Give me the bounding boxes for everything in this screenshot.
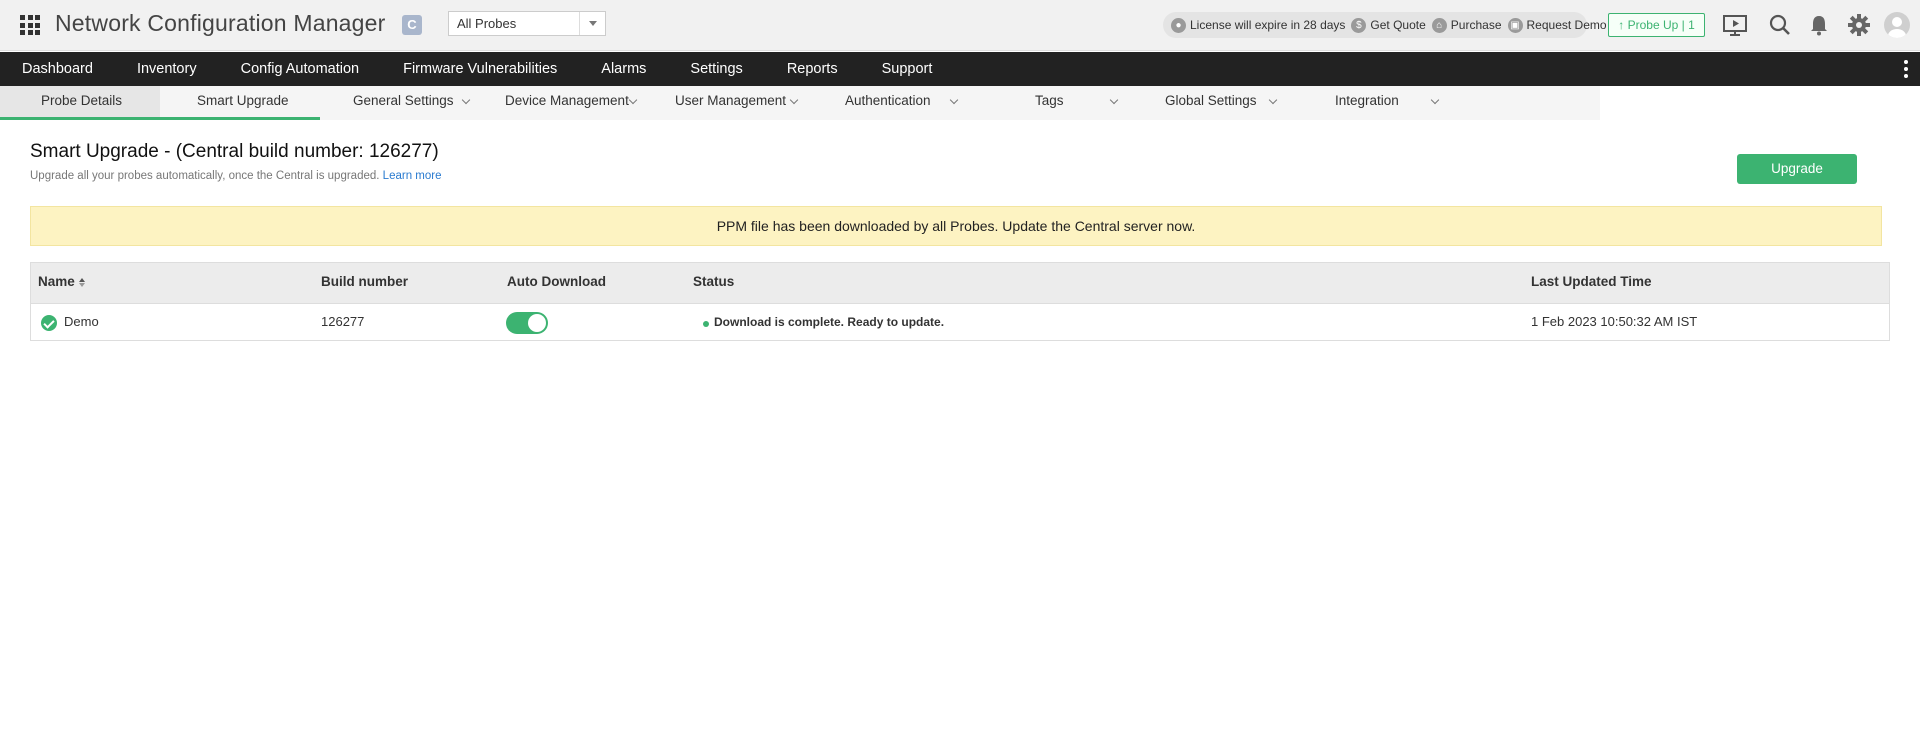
- chevron-down-icon: [1109, 95, 1119, 105]
- tab-integration[interactable]: Integration: [1335, 86, 1445, 120]
- nav-config-automation[interactable]: Config Automation: [219, 61, 382, 77]
- apps-grid-icon[interactable]: [20, 15, 40, 35]
- license-info[interactable]: ● License will expire in 28 days: [1171, 17, 1346, 33]
- learn-more-link[interactable]: Learn more: [383, 170, 442, 182]
- central-badge: C: [402, 15, 422, 35]
- tab-label: Global Settings: [1165, 93, 1257, 108]
- tab-authentication[interactable]: Authentication: [845, 86, 965, 120]
- gear-icon[interactable]: [1846, 12, 1872, 38]
- nav-alarms[interactable]: Alarms: [579, 61, 668, 77]
- dollar-icon: $: [1351, 17, 1367, 33]
- avatar[interactable]: [1884, 12, 1910, 38]
- build-number: 126277: [321, 314, 365, 329]
- tab-smart-upgrade[interactable]: Smart Upgrade: [160, 86, 320, 120]
- tab-label: Tags: [1035, 93, 1064, 108]
- table-row: Demo 126277 Download is complete. Ready …: [31, 304, 1889, 341]
- tab-label: Probe Details: [41, 93, 123, 108]
- main-nav: Dashboard Inventory Config Automation Fi…: [0, 52, 1920, 86]
- upgrade-button[interactable]: Upgrade: [1737, 154, 1857, 184]
- license-pill: ● License will expire in 28 days $ Get Q…: [1163, 12, 1607, 38]
- chevron-down-icon: [579, 12, 605, 35]
- request-demo-label: Request Demo: [1526, 18, 1607, 32]
- chevron-down-icon: [461, 95, 471, 105]
- page-subtitle: Upgrade all your probes automatically, o…: [30, 170, 441, 182]
- cart-icon: ⌂: [1431, 17, 1447, 33]
- table-header: Name Build number Auto Download Status L…: [31, 263, 1889, 304]
- nav-dashboard[interactable]: Dashboard: [0, 61, 115, 77]
- chevron-down-icon: [949, 95, 959, 105]
- column-header-build[interactable]: Build number: [321, 274, 408, 289]
- tab-label: General Settings: [353, 93, 454, 108]
- arrow-up-icon: ↑: [1618, 18, 1625, 32]
- more-vertical-icon[interactable]: [1904, 60, 1910, 78]
- probe-name: Demo: [64, 314, 99, 329]
- chevron-down-icon: [628, 95, 638, 105]
- search-icon[interactable]: [1767, 12, 1793, 38]
- nav-inventory[interactable]: Inventory: [115, 61, 219, 77]
- top-header: Network Configuration Manager C All Prob…: [0, 0, 1920, 51]
- get-quote-label: Get Quote: [1370, 18, 1426, 32]
- tab-device-management[interactable]: Device Management: [505, 86, 645, 120]
- tab-label: Device Management: [505, 93, 629, 108]
- column-label: Name: [38, 274, 75, 289]
- status-text: Download is complete. Ready to update.: [714, 315, 945, 329]
- presenter-icon[interactable]: [1722, 12, 1748, 38]
- demo-icon: ▣: [1507, 17, 1523, 33]
- tab-user-management[interactable]: User Management: [675, 86, 805, 120]
- request-demo-link[interactable]: ▣ Request Demo: [1507, 17, 1607, 33]
- app-title: Network Configuration Manager: [55, 10, 386, 36]
- sort-icon: [78, 278, 86, 288]
- column-header-name[interactable]: Name: [38, 274, 86, 289]
- column-header-auto-download[interactable]: Auto Download: [507, 274, 606, 289]
- column-header-status[interactable]: Status: [693, 274, 734, 289]
- chevron-down-icon: [1268, 95, 1278, 105]
- probe-select-value: All Probes: [457, 16, 517, 31]
- nav-support[interactable]: Support: [860, 61, 955, 77]
- nav-firmware-vulnerabilities[interactable]: Firmware Vulnerabilities: [381, 61, 579, 77]
- page-title: Smart Upgrade - (Central build number: 1…: [30, 141, 439, 162]
- auto-download-toggle[interactable]: [506, 312, 548, 334]
- tab-label: Authentication: [845, 93, 931, 108]
- notice-banner: PPM file has been downloaded by all Prob…: [30, 206, 1882, 246]
- tab-label: User Management: [675, 93, 787, 108]
- probe-select[interactable]: All Probes: [448, 11, 606, 36]
- subtitle-text: Upgrade all your probes automatically, o…: [30, 170, 380, 182]
- sub-tabs: Probe Details Smart Upgrade General Sett…: [0, 86, 1600, 120]
- get-quote-link[interactable]: $ Get Quote: [1351, 17, 1426, 33]
- chevron-down-icon: [789, 95, 799, 105]
- status-dot-icon: [703, 321, 709, 327]
- chevron-down-icon: [1430, 95, 1440, 105]
- column-header-last-updated[interactable]: Last Updated Time: [1531, 274, 1652, 289]
- check-circle-icon: [41, 315, 57, 331]
- nav-reports[interactable]: Reports: [765, 61, 860, 77]
- tab-label: Integration: [1335, 93, 1399, 108]
- tab-tags[interactable]: Tags: [1035, 86, 1125, 120]
- purchase-label: Purchase: [1450, 18, 1502, 32]
- tab-global-settings[interactable]: Global Settings: [1165, 86, 1285, 120]
- probes-table: Name Build number Auto Download Status L…: [30, 262, 1890, 341]
- license-icon: ●: [1171, 17, 1186, 33]
- probe-up-button[interactable]: ↑ Probe Up | 1: [1608, 13, 1705, 37]
- license-text: License will expire in 28 days: [1190, 18, 1346, 32]
- tab-probe-details[interactable]: Probe Details: [0, 86, 160, 120]
- nav-settings[interactable]: Settings: [668, 61, 764, 77]
- tab-general-settings[interactable]: General Settings: [353, 86, 483, 120]
- tab-label: Smart Upgrade: [197, 93, 289, 108]
- bell-icon[interactable]: [1806, 12, 1832, 38]
- probe-up-label: Probe Up | 1: [1627, 18, 1695, 32]
- last-updated-time: 1 Feb 2023 10:50:32 AM IST: [1531, 314, 1698, 329]
- purchase-link[interactable]: ⌂ Purchase: [1431, 17, 1502, 33]
